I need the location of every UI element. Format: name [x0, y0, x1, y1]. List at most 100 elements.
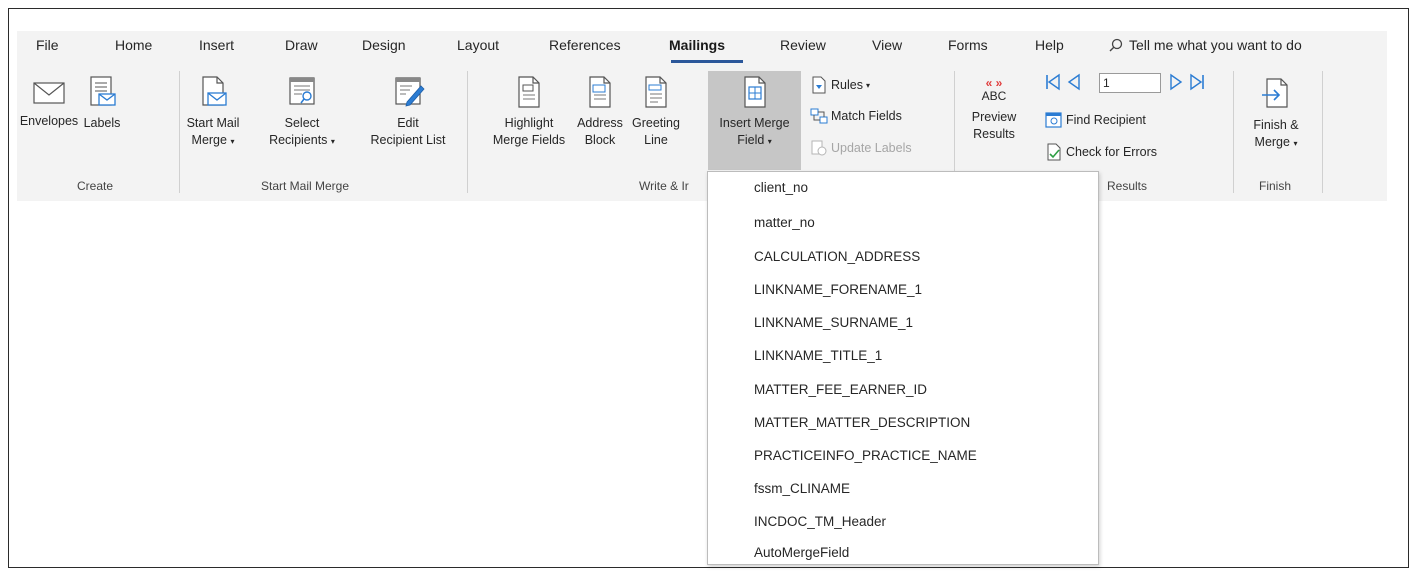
envelopes-label: Envelopes — [19, 114, 79, 128]
update-labels-label: Update Labels — [831, 141, 912, 155]
match-fields-label: Match Fields — [831, 109, 902, 123]
previous-record-icon[interactable] — [1067, 73, 1081, 91]
highlight-merge-fields-line2: Merge Fields — [492, 133, 566, 147]
preview-results-line2: Results — [973, 127, 1015, 141]
rules-icon — [812, 76, 826, 94]
finish-merge-button[interactable]: Finish & Merge ▾ — [1245, 77, 1307, 152]
group-separator — [1233, 71, 1234, 193]
address-block-icon — [589, 76, 611, 108]
labels-icon — [90, 76, 116, 106]
address-block-button[interactable]: Address Block — [576, 75, 624, 149]
search-icon — [1109, 38, 1123, 52]
chevron-down-icon: ▾ — [1293, 139, 1298, 148]
group-label-write-insert: Write & Ir — [639, 179, 689, 193]
insert-merge-field-icon — [743, 76, 766, 108]
merge-field-item[interactable]: AutoMergeField — [754, 545, 849, 560]
tab-review[interactable]: Review — [780, 37, 826, 53]
finish-merge-line2: Merge — [1254, 135, 1290, 149]
update-labels-icon — [811, 140, 827, 156]
tell-me-box[interactable]: Tell me what you want to do — [1109, 37, 1302, 53]
group-separator — [467, 71, 468, 193]
next-record-icon[interactable] — [1169, 73, 1183, 91]
record-navigator-next — [1169, 73, 1205, 91]
greeting-line-button[interactable]: Greeting Line — [628, 75, 684, 149]
update-labels-button[interactable]: Update Labels — [810, 139, 912, 157]
tell-me-text: Tell me what you want to do — [1129, 37, 1302, 53]
tab-forms[interactable]: Forms — [948, 37, 988, 53]
tab-draw[interactable]: Draw — [285, 37, 318, 53]
merge-field-item[interactable]: matter_no — [754, 215, 815, 230]
find-recipient-label: Find Recipient — [1066, 113, 1146, 127]
group-label-preview-results: Results — [1107, 179, 1148, 193]
merge-field-item[interactable]: CALCULATION_ADDRESS — [754, 249, 920, 264]
labels-label: Labels — [83, 116, 121, 130]
highlight-merge-fields-line1: Highlight — [504, 116, 554, 130]
merge-field-item[interactable]: fssm_CLINAME — [754, 481, 850, 496]
highlight-merge-fields-button[interactable]: Highlight Merge Fields — [491, 75, 567, 149]
last-record-icon[interactable] — [1189, 73, 1205, 91]
tab-mailings[interactable]: Mailings — [669, 37, 725, 53]
highlight-merge-fields-icon — [518, 76, 540, 108]
tab-references[interactable]: References — [549, 37, 621, 53]
record-number-input[interactable] — [1099, 73, 1161, 93]
merge-field-item[interactable]: LINKNAME_SURNAME_1 — [754, 315, 913, 330]
first-record-icon[interactable] — [1045, 73, 1061, 91]
tab-insert[interactable]: Insert — [199, 37, 234, 53]
edit-recipient-list-line2: Recipient List — [370, 133, 446, 147]
tab-layout[interactable]: Layout — [457, 37, 499, 53]
merge-field-item[interactable]: INCDOC_TM_Header — [754, 514, 886, 529]
address-block-line1: Address — [577, 116, 623, 130]
match-fields-icon — [810, 108, 828, 124]
envelope-icon — [33, 82, 65, 104]
select-recipients-icon — [289, 77, 315, 105]
tab-design[interactable]: Design — [362, 37, 406, 53]
check-errors-button[interactable]: Check for Errors — [1045, 143, 1157, 161]
merge-field-item[interactable]: LINKNAME_FORENAME_1 — [754, 282, 922, 297]
finish-merge-icon — [1262, 78, 1288, 108]
merge-field-item[interactable]: MATTER_MATTER_DESCRIPTION — [754, 415, 970, 430]
insert-merge-field-line1: Insert Merge — [719, 116, 790, 130]
preview-results-button[interactable]: « » ABC Preview Results — [961, 77, 1027, 143]
chevron-down-icon: ▾ — [767, 137, 772, 146]
ribbon-tabs: File Home Insert Draw Design Layout Refe… — [17, 31, 1387, 65]
active-tab-underline — [671, 60, 743, 63]
match-fields-button[interactable]: Match Fields — [810, 107, 902, 125]
group-label-finish: Finish — [1259, 179, 1292, 193]
finish-merge-line1: Finish & — [1253, 118, 1299, 132]
insert-merge-field-dropdown: client_no matter_no CALCULATION_ADDRESS … — [707, 171, 1099, 565]
group-separator — [1322, 71, 1323, 193]
start-mail-merge-button[interactable]: Start Mail Merge ▾ — [185, 75, 241, 150]
chevron-down-icon: ▾ — [865, 80, 870, 90]
merge-field-item[interactable]: client_no — [754, 180, 808, 195]
select-recipients-line1: Select — [284, 116, 320, 130]
tab-home[interactable]: Home — [115, 37, 152, 53]
preview-abc-label: ABC — [981, 89, 1007, 103]
labels-button[interactable]: Labels — [81, 75, 123, 132]
tab-help[interactable]: Help — [1035, 37, 1064, 53]
find-recipient-button[interactable]: Find Recipient — [1045, 111, 1146, 129]
greeting-line-icon — [645, 76, 667, 108]
chevron-down-icon: ▾ — [230, 137, 235, 146]
rules-button[interactable]: Rules ▾ — [810, 76, 870, 94]
check-errors-label: Check for Errors — [1066, 145, 1157, 159]
insert-merge-field-button[interactable]: Insert Merge Field ▾ — [708, 71, 801, 170]
group-label-create: Create — [77, 179, 114, 193]
merge-field-item[interactable]: MATTER_FEE_EARNER_ID — [754, 382, 927, 397]
address-block-line2: Block — [584, 133, 616, 147]
merge-field-item[interactable]: LINKNAME_TITLE_1 — [754, 348, 882, 363]
start-mail-merge-line1: Start Mail — [186, 116, 240, 130]
tab-file[interactable]: File — [36, 37, 59, 53]
start-mail-merge-line2: Merge — [191, 133, 227, 147]
merge-field-item[interactable]: PRACTICEINFO_PRACTICE_NAME — [754, 448, 977, 463]
edit-recipient-list-line1: Edit — [397, 116, 419, 130]
tab-view[interactable]: View — [872, 37, 902, 53]
preview-results-line1: Preview — [971, 110, 1017, 124]
ribbon: File Home Insert Draw Design Layout Refe… — [17, 31, 1387, 201]
edit-recipient-list-button[interactable]: Edit Recipient List — [360, 75, 456, 149]
edit-recipient-list-icon — [395, 77, 425, 107]
envelopes-button[interactable]: Envelopes — [16, 77, 82, 130]
insert-merge-field-line2: Field — [737, 133, 765, 147]
group-label-start-mail-merge: Start Mail Merge — [261, 179, 350, 193]
select-recipients-button[interactable]: Select Recipients ▾ — [261, 75, 343, 150]
preview-results-icon: « » — [985, 76, 1003, 90]
